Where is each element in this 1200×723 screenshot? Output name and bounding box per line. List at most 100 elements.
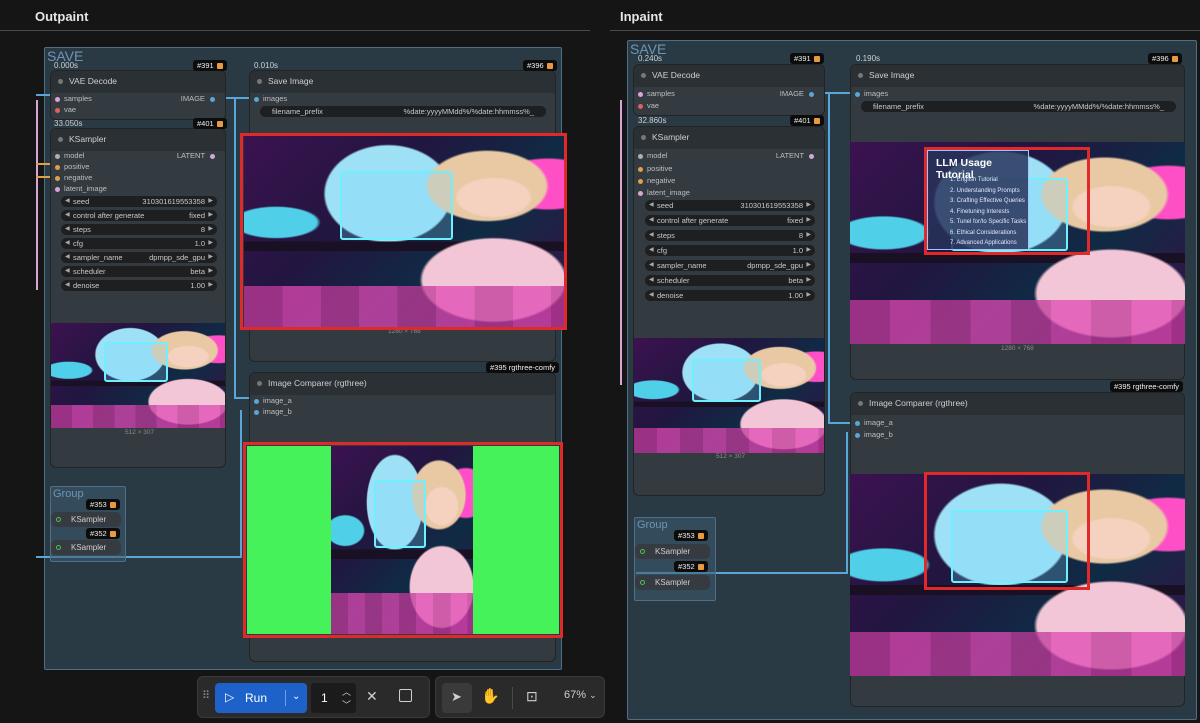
input-port-images[interactable]: images: [855, 89, 888, 98]
node-id-badge: #391: [193, 60, 227, 71]
fit-view-icon[interactable]: ⊡: [526, 688, 538, 705]
steps-widget[interactable]: ◀ steps 8 ▶: [61, 224, 217, 235]
fox-icon: [697, 533, 704, 540]
wire: [234, 97, 236, 397]
stop-icon[interactable]: [399, 689, 412, 702]
chevron-down-icon: ﹀: [341, 700, 351, 710]
inpaint-divider: [610, 30, 1200, 31]
fox-icon: [546, 63, 553, 70]
wire: [36, 94, 50, 96]
input-port-images[interactable]: images: [254, 94, 287, 103]
preview-image: [634, 338, 824, 453]
wire: [620, 100, 622, 385]
node-id-badge: #396: [1148, 53, 1182, 64]
node-status-dot: [257, 381, 262, 386]
ksampler-collapsed-node[interactable]: KSampler: [635, 544, 710, 559]
fox-icon: [697, 564, 704, 571]
node-status-dot: [858, 73, 863, 78]
input-port-negative[interactable]: negative: [55, 173, 92, 182]
node-id-badge: #401: [193, 118, 227, 129]
input-port-latent-image[interactable]: latent_image: [55, 184, 107, 193]
denoise-widget[interactable]: ◀ denoise 1.00 ▶: [645, 290, 815, 301]
sampler-name-widget[interactable]: ◀ sampler_name dpmpp_sde_gpu ▶: [61, 252, 217, 263]
image-size-label: 1280 × 768: [1001, 345, 1034, 352]
steps-widget[interactable]: ◀ steps 8 ▶: [645, 230, 815, 241]
wire: [828, 92, 830, 422]
input-port-samples[interactable]: samples: [55, 94, 92, 103]
seed-widget[interactable]: ◀ seed 310301619553358 ▶: [61, 196, 217, 207]
image-size-label: 512 × 307: [125, 429, 155, 436]
ksampler-node[interactable]: KSampler model positive negative latent_…: [633, 126, 825, 496]
input-port-image-a[interactable]: image_a: [855, 418, 893, 427]
filename-prefix-input[interactable]: filename_prefix %date:yyyyMMdd%/%date:hhm…: [861, 101, 1176, 112]
input-port-image-b[interactable]: image_b: [855, 430, 893, 439]
ksampler-collapsed-node[interactable]: KSampler: [51, 512, 121, 527]
input-port-vae[interactable]: vae: [638, 101, 659, 110]
fox-icon: [813, 56, 820, 63]
ksampler-collapsed-node[interactable]: KSampler: [635, 575, 710, 590]
fox-icon: [109, 502, 116, 509]
hand-icon[interactable]: ✋: [481, 687, 500, 705]
scheduler-widget[interactable]: ◀ scheduler beta ▶: [61, 266, 217, 277]
vae-decode-node[interactable]: VAE Decode samples vae IMAGE: [50, 70, 226, 120]
input-port-latent-image[interactable]: latent_image: [638, 188, 690, 197]
output-port-image[interactable]: IMAGE: [780, 89, 818, 98]
node-status-dot: [640, 580, 645, 585]
canvas-toolbar: ➤ ✋ ⊡ 67% ⌄: [435, 676, 605, 718]
output-port-latent[interactable]: LATENT: [177, 151, 219, 160]
node-status-dot: [58, 137, 63, 142]
fox-icon: [216, 63, 223, 70]
output-port-latent[interactable]: LATENT: [776, 151, 818, 160]
fox-icon: [1171, 56, 1178, 63]
image-size-label: 512 × 307: [716, 453, 746, 460]
node-title: Image Comparer (rgthree): [869, 398, 968, 408]
input-port-positive[interactable]: positive: [55, 162, 89, 171]
vae-decode-node[interactable]: VAE Decode samples vae IMAGE: [633, 64, 825, 116]
outpaint-divider: [0, 30, 590, 31]
input-port-model[interactable]: model: [638, 151, 667, 160]
output-port-image[interactable]: IMAGE: [181, 94, 219, 103]
chevron-up-icon: ︿: [341, 687, 351, 697]
input-port-image-b[interactable]: image_b: [254, 407, 292, 416]
node-status-dot: [56, 517, 61, 522]
batch-count-input[interactable]: 1 ︿ ﹀: [311, 683, 356, 713]
sampler-name-widget[interactable]: ◀ sampler_name dpmpp_sde_gpu ▶: [645, 260, 815, 271]
drag-handle-icon[interactable]: ⠿: [202, 689, 210, 702]
zoom-level-button[interactable]: 67% ⌄: [564, 689, 597, 701]
ksampler-collapsed-node[interactable]: KSampler: [51, 540, 121, 555]
node-title: Save Image: [268, 76, 314, 86]
preview-image: [51, 323, 225, 428]
wire: [222, 97, 252, 99]
input-port-model[interactable]: model: [55, 151, 84, 160]
scheduler-widget[interactable]: ◀ scheduler beta ▶: [645, 275, 815, 286]
control-after-generate-widget[interactable]: ◀ control after generate fixed ▶: [61, 210, 217, 221]
node-status-dot: [858, 401, 863, 406]
node-title: KSampler: [652, 132, 690, 142]
node-id-badge: #391: [790, 53, 824, 64]
node-id-badge: #353: [674, 530, 708, 541]
denoise-widget[interactable]: ◀ denoise 1.00 ▶: [61, 280, 217, 291]
input-port-positive[interactable]: positive: [638, 164, 672, 173]
node-id-badge: #352: [674, 561, 708, 572]
select-tool-button[interactable]: ➤: [442, 683, 472, 713]
seed-widget[interactable]: ◀ seed 310301619553358 ▶: [645, 200, 815, 211]
node-status-dot: [641, 135, 646, 140]
node-timing: 0.010s: [254, 61, 279, 70]
close-icon[interactable]: ✕: [366, 688, 378, 705]
ksampler-node[interactable]: KSampler model positive negative latent_…: [50, 128, 226, 468]
input-port-samples[interactable]: samples: [638, 89, 675, 98]
wire: [36, 100, 38, 290]
input-port-image-a[interactable]: image_a: [254, 396, 292, 405]
input-port-negative[interactable]: negative: [638, 176, 675, 185]
input-port-vae[interactable]: vae: [55, 105, 76, 114]
cfg-widget[interactable]: ◀ cfg 1.0 ▶: [645, 245, 815, 256]
run-button[interactable]: ▷ Run ⌄: [215, 683, 307, 713]
filename-prefix-input[interactable]: filename_prefix %date:yyyyMMdd%/%date:hhm…: [260, 106, 546, 117]
cfg-widget[interactable]: ◀ cfg 1.0 ▶: [61, 238, 217, 249]
fox-icon: [216, 121, 223, 128]
control-after-generate-widget[interactable]: ◀ control after generate fixed ▶: [645, 215, 815, 226]
chevron-down-icon: ⌄: [589, 690, 597, 700]
fox-icon: [813, 118, 820, 125]
run-toolbar: ⠿ ▷ Run ⌄ 1 ︿ ﹀ ✕: [197, 676, 430, 718]
wire: [240, 410, 242, 558]
